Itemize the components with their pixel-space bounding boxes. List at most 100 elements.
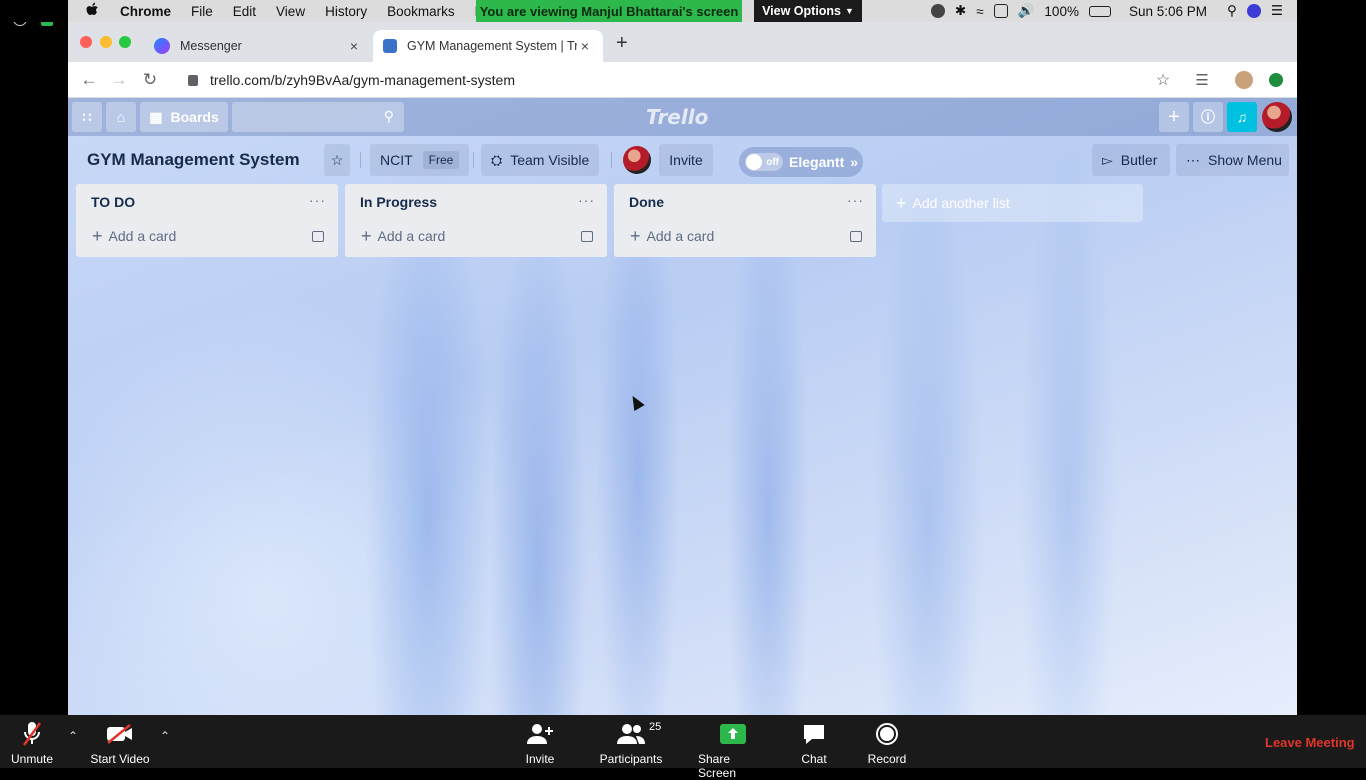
visibility-button[interactable]: ⛭ Team Visible (481, 144, 600, 176)
video-options-chevron-icon[interactable]: ⌃ (160, 729, 170, 743)
list-title[interactable]: Done (629, 194, 664, 210)
plan-badge: Free (422, 151, 460, 169)
new-tab-button[interactable]: + (616, 32, 628, 55)
view-options-label: View Options (762, 4, 842, 18)
url-text: trello.com/b/zyh9BvAa/gym-management-sys… (210, 72, 515, 88)
muted-microphone-icon (22, 721, 42, 747)
menu-file[interactable]: File (181, 4, 223, 19)
address-bar[interactable]: trello.com/b/zyh9BvAa/gym-management-sys… (174, 67, 1174, 93)
app-status-icon[interactable] (930, 4, 945, 18)
airplay-icon[interactable] (993, 4, 1008, 18)
trello-logo[interactable]: Trello (646, 105, 708, 129)
record-button[interactable]: Record (866, 721, 908, 766)
forward-arrow-icon[interactable]: → (108, 69, 130, 91)
menu-bookmarks[interactable]: Bookmarks (377, 4, 465, 19)
trello-header: ∷ ⌂ ▦ Boards ⚲ Trello + ⓘ ♫ (68, 98, 1297, 136)
clock[interactable]: Sun 5:06 PM (1129, 4, 1207, 19)
list-menu-button[interactable]: ··· (578, 192, 595, 208)
add-person-icon (526, 721, 554, 747)
member-avatar[interactable] (623, 146, 651, 174)
add-list-label: Add another list (912, 195, 1010, 211)
butler-button[interactable]: ▻ Butler (1092, 144, 1170, 176)
invite-label: Invite (525, 752, 555, 766)
menu-history[interactable]: History (315, 4, 377, 19)
divider (360, 152, 361, 168)
list-menu-button[interactable]: ··· (847, 192, 864, 208)
board-title[interactable]: GYM Management System (87, 150, 300, 170)
wifi-icon[interactable]: ≈ (976, 4, 983, 19)
siri-icon[interactable] (1246, 4, 1261, 18)
home-icon[interactable]: ⌂ (106, 102, 136, 132)
close-icon[interactable]: × (577, 38, 593, 54)
more-dots-icon: ⋯ (1186, 151, 1200, 168)
chevron-down-icon: ▼ (845, 6, 854, 16)
menu-view[interactable]: View (266, 4, 315, 19)
view-options-button[interactable]: View Options ▼ (754, 0, 862, 22)
elegantt-toggle[interactable]: off Elegantt » (739, 147, 863, 177)
apple-icon[interactable] (68, 2, 110, 21)
tab-title: Messenger (180, 39, 242, 53)
audio-options-chevron-icon[interactable]: ⌃ (68, 729, 78, 743)
chat-label: Chat (801, 752, 827, 766)
tab-messenger[interactable]: Messenger × (144, 30, 372, 62)
add-card-button[interactable]: + Add a card (361, 227, 445, 245)
card-template-icon[interactable] (581, 231, 593, 242)
toggle-switch[interactable]: off (745, 153, 783, 171)
share-screen-button[interactable]: Share Screen (698, 721, 768, 780)
spotlight-search-icon[interactable]: ⚲ (1227, 3, 1237, 19)
boards-button[interactable]: ▦ Boards (140, 102, 228, 132)
notification-center-icon[interactable]: ☰ (1271, 3, 1283, 19)
notifications-bell-icon[interactable]: ♫ (1227, 102, 1257, 132)
invite-button[interactable]: Invite (659, 144, 713, 176)
tab-trello-board[interactable]: GYM Management System | Tr × (373, 30, 603, 62)
close-window-button[interactable] (80, 36, 92, 48)
browser-toolbar: ← → ↻ trello.com/b/zyh9BvAa/gym-manageme… (68, 62, 1297, 98)
list-in-progress: In Progress ··· + Add a card (345, 184, 607, 257)
trello-board: ∷ ⌂ ▦ Boards ⚲ Trello + ⓘ ♫ GYM Manageme… (68, 98, 1297, 715)
toggle-state: off (766, 156, 779, 168)
list-menu-button[interactable]: ··· (309, 192, 326, 208)
team-name: NCIT (380, 152, 413, 168)
menu-edit[interactable]: Edit (223, 4, 266, 19)
add-list-button[interactable]: + Add another list (882, 184, 1143, 222)
unmute-button[interactable]: Unmute (8, 721, 56, 766)
show-menu-button[interactable]: ⋯ Show Menu (1176, 144, 1289, 176)
close-icon[interactable]: × (346, 38, 362, 54)
app-menu-chrome[interactable]: Chrome (110, 4, 181, 19)
chat-button[interactable]: Chat (798, 721, 830, 766)
team-button[interactable]: NCIT Free (370, 144, 470, 176)
butler-label: Butler (1120, 152, 1158, 168)
bluetooth-icon[interactable]: ✱ (955, 3, 966, 19)
volume-icon[interactable]: 🔊 (1018, 3, 1035, 19)
extension-icon[interactable]: ☰ (1191, 69, 1213, 91)
maximize-window-button[interactable] (119, 36, 131, 48)
create-button[interactable]: + (1159, 102, 1189, 132)
video-off-icon (106, 721, 134, 747)
star-board-button[interactable]: ☆ (324, 144, 350, 176)
profile-avatar[interactable] (1233, 69, 1255, 91)
lock-icon[interactable] (188, 74, 198, 86)
back-arrow-icon[interactable]: ← (78, 69, 100, 91)
update-icon[interactable] (1265, 69, 1287, 91)
plus-icon: + (92, 226, 103, 246)
apps-grid-icon[interactable]: ∷ (72, 102, 102, 132)
reload-icon[interactable]: ↻ (139, 69, 161, 91)
battery-icon[interactable] (1088, 5, 1111, 17)
minimize-window-button[interactable] (100, 36, 112, 48)
add-card-button[interactable]: + Add a card (630, 227, 714, 245)
user-avatar[interactable] (1262, 102, 1292, 132)
card-template-icon[interactable] (312, 231, 324, 242)
zoom-meeting-controls: Unmute ⌃ Start Video ⌃ Invite Participan… (0, 715, 1366, 780)
info-icon[interactable]: ⓘ (1193, 102, 1223, 132)
invite-participants-button[interactable]: Invite (518, 721, 562, 766)
add-card-button[interactable]: + Add a card (92, 226, 177, 246)
search-input[interactable]: ⚲ (232, 102, 404, 132)
battery-percent: 100% (1044, 3, 1079, 19)
leave-meeting-button[interactable]: Leave Meeting (1265, 735, 1355, 750)
card-template-icon[interactable] (850, 231, 862, 242)
list-title[interactable]: In Progress (360, 194, 437, 210)
add-card-label: Add a card (108, 228, 177, 244)
list-title[interactable]: TO DO (91, 194, 135, 210)
bookmark-star-icon[interactable]: ☆ (1152, 69, 1174, 91)
start-video-button[interactable]: Start Video (88, 721, 152, 766)
